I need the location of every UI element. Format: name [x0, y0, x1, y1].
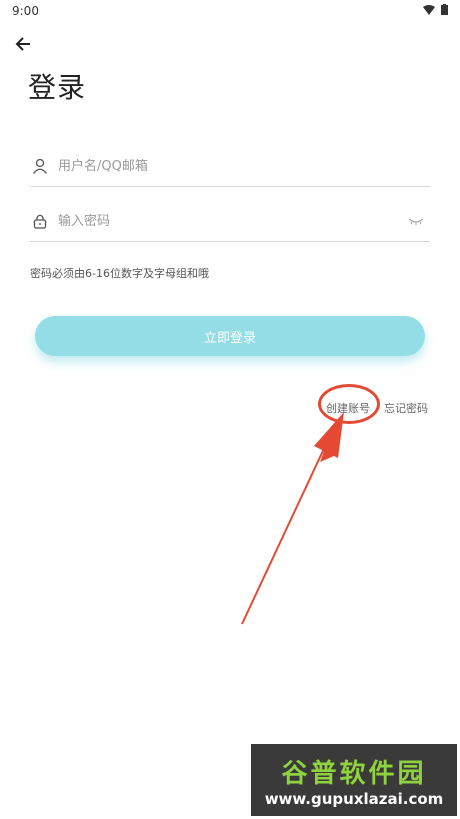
page-title: 登录 [28, 71, 87, 104]
login-button[interactable]: 立即登录 [35, 316, 425, 356]
username-field[interactable] [30, 146, 430, 187]
back-arrow-icon[interactable] [14, 34, 34, 54]
password-hint: 密码必须由6-16位数字及字母组和哦 [30, 267, 209, 280]
battery-icon [441, 4, 448, 15]
username-input[interactable] [58, 158, 430, 174]
watermark: 谷普软件园 www.gupuxlazai.com [251, 744, 457, 816]
status-time: 9:00 [12, 4, 39, 18]
watermark-brand: 谷普软件园 [281, 758, 427, 789]
watermark-url: www.gupuxlazai.com [264, 789, 444, 808]
annotation-arrow [241, 412, 344, 625]
lock-icon [33, 214, 47, 229]
wifi-icon [423, 4, 435, 15]
status-icons [423, 4, 448, 15]
password-input[interactable] [58, 213, 408, 229]
password-field[interactable] [30, 201, 430, 242]
eye-closed-icon[interactable] [408, 215, 424, 227]
user-icon [32, 158, 48, 174]
forgot-password-link[interactable]: 忘记密码 [384, 400, 428, 416]
